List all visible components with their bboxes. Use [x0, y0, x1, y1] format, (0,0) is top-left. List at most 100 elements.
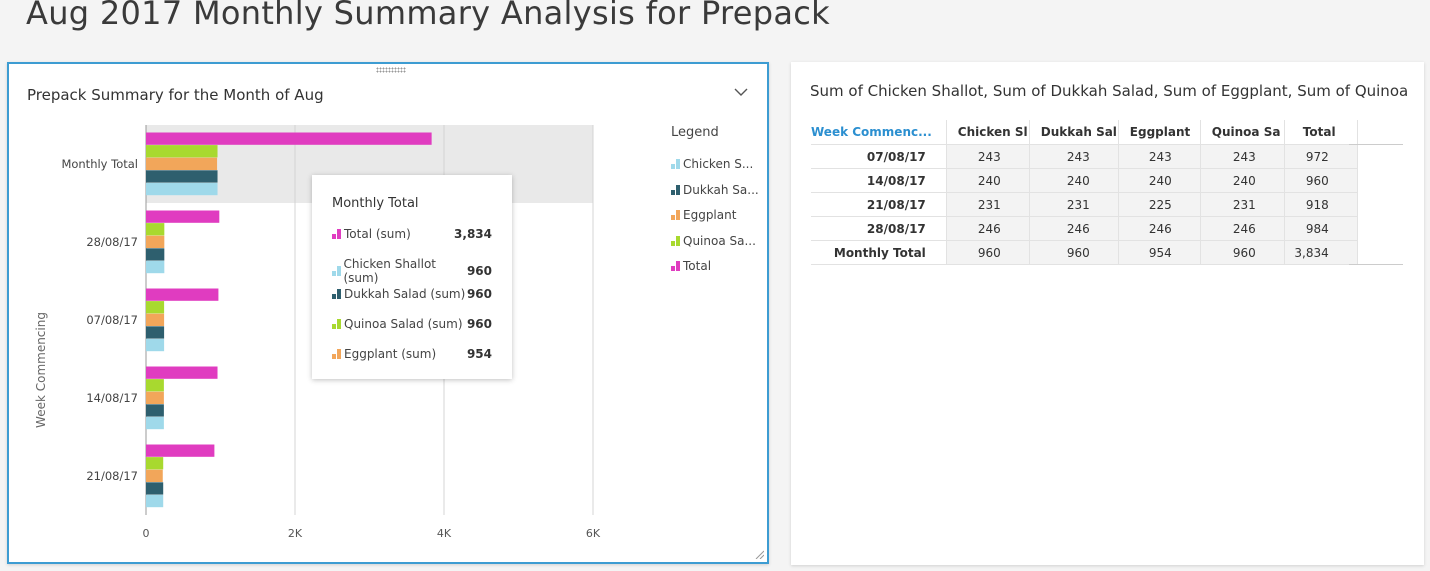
- bar: [146, 157, 218, 170]
- table-row: 07/08/17 243 243 243 243 972: [811, 144, 1358, 169]
- bar: [146, 301, 165, 314]
- column-header-quinoa[interactable]: Quinoa Sa: [1200, 120, 1285, 145]
- table-cell: 246: [946, 216, 1030, 241]
- bar: [146, 416, 164, 430]
- table-cell: 243: [1029, 144, 1119, 169]
- row-header-cell: 07/08/17: [811, 144, 947, 169]
- legend-item[interactable]: Quinoa Sa...: [671, 234, 756, 248]
- column-header-total[interactable]: Total: [1284, 120, 1358, 145]
- table-row: Monthly Total 960 960 954 960 3,834: [811, 240, 1358, 265]
- bar: [146, 235, 165, 248]
- legend-swatch-icon: [671, 210, 680, 220]
- legend-swatch-icon: [671, 261, 680, 271]
- bar: [146, 132, 432, 145]
- resize-icon[interactable]: [754, 549, 764, 559]
- table-cell: 246: [1118, 216, 1201, 241]
- column-header-eggplant[interactable]: Eggplant: [1118, 120, 1201, 145]
- table-divider: [1349, 264, 1403, 265]
- legend-item[interactable]: Eggplant: [671, 208, 736, 222]
- tooltip-row: Eggplant (sum) 954: [332, 347, 492, 361]
- bar: [146, 457, 164, 470]
- bar: [146, 494, 164, 508]
- table-cell: 3,834: [1284, 240, 1358, 265]
- category-label: 14/08/17: [86, 391, 138, 405]
- legend-swatch-icon: [671, 184, 680, 195]
- table-cell: 243: [1118, 144, 1201, 169]
- tooltip-label: Quinoa Salad (sum): [344, 317, 463, 331]
- bar: [146, 379, 164, 392]
- table-cell: 243: [946, 144, 1030, 169]
- tooltip-label: Chicken Shallot (sum): [343, 257, 436, 285]
- legend-title: Legend: [671, 125, 719, 140]
- table-cell: 984: [1284, 216, 1358, 241]
- bar: [146, 313, 165, 326]
- column-header-week[interactable]: Week Commenc...: [811, 120, 947, 145]
- legend-label: Eggplant: [683, 208, 737, 222]
- table-row: 14/08/17 240 240 240 240 960: [811, 168, 1358, 193]
- category-label: 28/08/17: [86, 235, 138, 249]
- category-label: 21/08/17: [86, 469, 138, 483]
- x-tick-label: 2K: [288, 527, 303, 540]
- chart-panel[interactable]: Prepack Summary for the Month of Aug 0 2K…: [7, 62, 769, 564]
- table-cell: 225: [1118, 192, 1201, 217]
- tooltip-value: 960: [466, 317, 492, 331]
- x-tick-label: 4K: [437, 527, 452, 540]
- column-header-dukkah[interactable]: Dukkah Sal: [1029, 120, 1119, 145]
- tooltip-swatch-icon: [332, 349, 341, 359]
- tooltip-swatch-icon: [332, 266, 341, 276]
- tooltip-title: Monthly Total: [332, 196, 419, 211]
- table-cell: 972: [1284, 144, 1358, 169]
- category-label: 07/08/17: [86, 313, 138, 327]
- page-title: Aug 2017 Monthly Summary Analysis for Pr…: [26, 0, 830, 32]
- tooltip-row: Chicken Shallot (sum) 960: [332, 257, 492, 285]
- table-cell: 240: [1118, 168, 1201, 193]
- bar: [146, 469, 163, 482]
- table-cell: 960: [1284, 168, 1358, 193]
- row-header-cell: 14/08/17: [811, 168, 947, 193]
- bar: [146, 182, 218, 196]
- bar: [146, 145, 218, 158]
- legend-item[interactable]: Chicken S...: [671, 157, 753, 171]
- tooltip-value: 3,834: [454, 227, 492, 241]
- tooltip-row: Quinoa Salad (sum) 960: [332, 317, 492, 331]
- table-cell: 240: [1029, 168, 1119, 193]
- table-cell: 240: [1200, 168, 1285, 193]
- tooltip-swatch-icon: [332, 229, 341, 239]
- legend-label: Quinoa Sa...: [683, 233, 756, 248]
- tooltip-value: 960: [466, 287, 492, 301]
- table-divider: [1349, 144, 1403, 145]
- tooltip-label: Eggplant (sum): [344, 347, 437, 361]
- summary-table: Week Commenc... Chicken Sl Dukkah Sal Eg…: [811, 120, 1358, 265]
- legend-swatch-icon: [671, 235, 680, 246]
- legend-item[interactable]: Total: [671, 259, 711, 273]
- column-header-chicken[interactable]: Chicken Sl: [946, 120, 1030, 145]
- x-tick-label: 0: [143, 527, 150, 540]
- legend-label: Dukkah Sa...: [683, 182, 759, 197]
- bar: [146, 366, 218, 379]
- table-cell: 960: [1029, 240, 1119, 265]
- tooltip-label: Total (sum): [344, 227, 411, 241]
- bar: [146, 482, 164, 495]
- x-tick-label: 6K: [586, 527, 601, 540]
- bar: [146, 338, 165, 352]
- table-header-row: Week Commenc... Chicken Sl Dukkah Sal Eg…: [811, 120, 1358, 145]
- bar: [146, 260, 165, 274]
- table-row: 28/08/17 246 246 246 246 984: [811, 216, 1358, 241]
- bar: [146, 223, 165, 236]
- table-cell: 960: [946, 240, 1030, 265]
- bar: [146, 210, 220, 223]
- row-header-cell: Monthly Total: [811, 240, 947, 265]
- legend-label: Chicken S...: [683, 157, 754, 171]
- table-cell: 231: [946, 192, 1030, 217]
- legend-label: Total: [683, 259, 712, 273]
- row-header-cell: 21/08/17: [811, 192, 947, 217]
- legend-item[interactable]: Dukkah Sa...: [671, 183, 759, 197]
- table-cell: 231: [1029, 192, 1119, 217]
- table-panel[interactable]: Sum of Chicken Shallot, Sum of Dukkah Sa…: [791, 62, 1424, 565]
- table-cell: 918: [1284, 192, 1358, 217]
- bar: [146, 248, 165, 261]
- table-cell: 231: [1200, 192, 1285, 217]
- table-cell: 240: [946, 168, 1030, 193]
- tooltip-value: 960: [466, 264, 492, 278]
- tooltip-swatch-icon: [332, 319, 341, 329]
